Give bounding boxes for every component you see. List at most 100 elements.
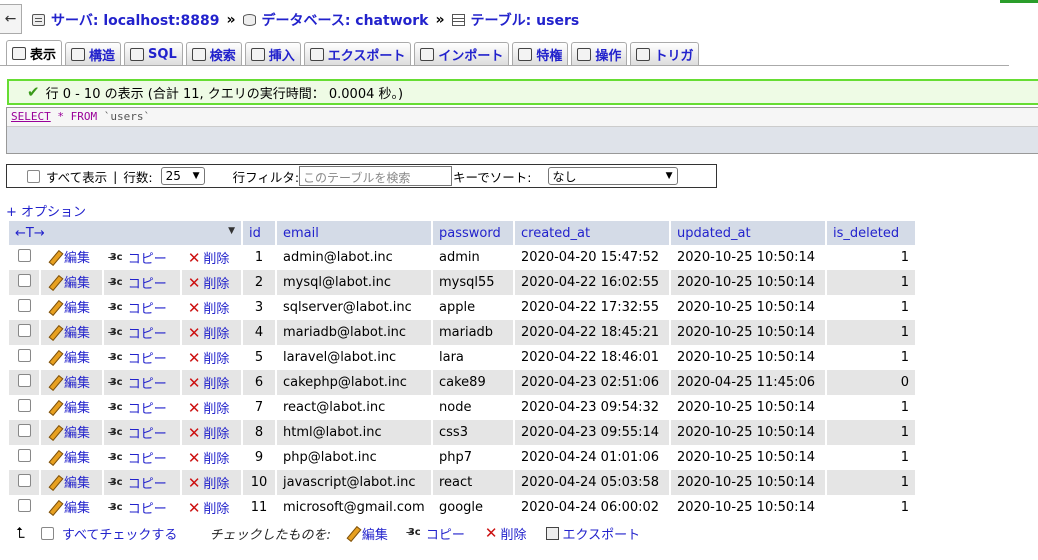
cell-updated-at[interactable]: 2020-10-25 10:50:14 bbox=[671, 470, 825, 495]
row-checkbox[interactable] bbox=[17, 324, 31, 337]
cell-created-at[interactable]: 2020-04-22 18:45:21 bbox=[515, 320, 669, 345]
cell-id[interactable]: 10 bbox=[243, 470, 275, 495]
delete-button[interactable]: ✕ 削除 bbox=[188, 473, 230, 493]
cell-password[interactable]: mysql55 bbox=[433, 270, 513, 295]
delete-button[interactable]: ✕ 削除 bbox=[188, 423, 230, 443]
cell-is-deleted[interactable]: 1 bbox=[827, 395, 915, 420]
cell-is-deleted[interactable]: 1 bbox=[827, 345, 915, 370]
cell-email[interactable]: laravel@labot.inc bbox=[277, 345, 431, 370]
edit-button[interactable]: 編集 bbox=[47, 347, 90, 366]
cell-updated-at[interactable]: 2020-10-25 10:50:14 bbox=[671, 320, 825, 345]
cell-is-deleted[interactable]: 1 bbox=[827, 245, 915, 270]
delete-button[interactable]: ✕ 削除 bbox=[188, 348, 230, 368]
cell-email[interactable]: sqlserver@labot.inc bbox=[277, 295, 431, 320]
row-checkbox[interactable] bbox=[17, 374, 31, 387]
row-checkbox[interactable] bbox=[17, 399, 31, 412]
column-header-is-deleted[interactable]: is_deleted bbox=[827, 221, 915, 245]
edit-button[interactable]: 編集 bbox=[47, 397, 90, 416]
cell-id[interactable]: 7 bbox=[243, 395, 275, 420]
edit-button[interactable]: 編集 bbox=[47, 272, 90, 291]
cell-created-at[interactable]: 2020-04-23 09:54:32 bbox=[515, 395, 669, 420]
tab-insert[interactable]: 挿入 bbox=[244, 42, 301, 65]
row-checkbox[interactable] bbox=[17, 474, 31, 487]
edit-button[interactable]: 編集 bbox=[47, 372, 90, 391]
show-all-checkbox[interactable] bbox=[27, 169, 40, 183]
row-checkbox[interactable] bbox=[17, 499, 31, 512]
check-all-checkbox[interactable] bbox=[40, 526, 54, 540]
cell-email[interactable]: cakephp@labot.inc bbox=[277, 370, 431, 395]
copy-button[interactable]: 3̶c コピー bbox=[110, 273, 167, 293]
cell-id[interactable]: 1 bbox=[243, 245, 275, 270]
cell-is-deleted[interactable]: 0 bbox=[827, 370, 915, 395]
delete-button[interactable]: ✕ 削除 bbox=[188, 273, 230, 293]
cell-updated-at[interactable]: 2020-10-25 10:50:14 bbox=[671, 420, 825, 445]
cell-created-at[interactable]: 2020-04-22 17:32:55 bbox=[515, 295, 669, 320]
copy-button[interactable]: 3̶c コピー bbox=[110, 498, 167, 518]
cell-email[interactable]: microsoft@gmail.com bbox=[277, 495, 431, 520]
breadcrumb-database[interactable]: データベース: chatwork bbox=[262, 10, 429, 30]
cell-created-at[interactable]: 2020-04-22 16:02:55 bbox=[515, 270, 669, 295]
cell-password[interactable]: lara bbox=[433, 345, 513, 370]
copy-button[interactable]: 3̶c コピー bbox=[110, 373, 167, 393]
copy-button[interactable]: 3̶c コピー bbox=[110, 448, 167, 468]
sort-control[interactable]: ←T→ bbox=[15, 226, 45, 241]
sql-keyword[interactable]: SELECT bbox=[11, 110, 51, 123]
tab-operations[interactable]: 操作 bbox=[571, 42, 628, 65]
cell-is-deleted[interactable]: 1 bbox=[827, 470, 915, 495]
chevron-down-icon[interactable]: ▼ bbox=[228, 226, 235, 236]
cell-created-at[interactable]: 2020-04-23 02:51:06 bbox=[515, 370, 669, 395]
cell-password[interactable]: css3 bbox=[433, 420, 513, 445]
sort-control-header[interactable]: ←T→ ▼ bbox=[9, 221, 241, 245]
cell-password[interactable]: node bbox=[433, 395, 513, 420]
edit-button[interactable]: 編集 bbox=[47, 297, 90, 316]
cell-id[interactable]: 4 bbox=[243, 320, 275, 345]
tab-sql[interactable]: SQL bbox=[124, 42, 183, 65]
edit-button[interactable]: 編集 bbox=[47, 322, 90, 341]
row-checkbox[interactable] bbox=[17, 299, 31, 312]
cell-created-at[interactable]: 2020-04-24 01:01:06 bbox=[515, 445, 669, 470]
cell-created-at[interactable]: 2020-04-22 18:46:01 bbox=[515, 345, 669, 370]
cell-created-at[interactable]: 2020-04-24 06:00:02 bbox=[515, 495, 669, 520]
copy-button[interactable]: 3̶c コピー bbox=[110, 473, 167, 493]
cell-id[interactable]: 11 bbox=[243, 495, 275, 520]
column-header-created-at[interactable]: created_at bbox=[515, 221, 669, 245]
copy-button[interactable]: 3̶c コピー bbox=[110, 423, 167, 443]
cell-email[interactable]: mariadb@labot.inc bbox=[277, 320, 431, 345]
options-link[interactable]: + オプション bbox=[6, 201, 86, 220]
cell-password[interactable]: mariadb bbox=[433, 320, 513, 345]
filter-input[interactable]: このテーブルを検索 bbox=[299, 166, 453, 186]
cell-id[interactable]: 6 bbox=[243, 370, 275, 395]
column-header-updated-at[interactable]: updated_at bbox=[671, 221, 825, 245]
tab-browse[interactable]: 表示 bbox=[6, 40, 63, 65]
cell-created-at[interactable]: 2020-04-23 09:55:14 bbox=[515, 420, 669, 445]
delete-button[interactable]: ✕ 削除 bbox=[188, 373, 230, 393]
cell-email[interactable]: php@labot.inc bbox=[277, 445, 431, 470]
cell-updated-at[interactable]: 2020-10-25 10:50:14 bbox=[671, 295, 825, 320]
cell-email[interactable]: javascript@labot.inc bbox=[277, 470, 431, 495]
cell-password[interactable]: react bbox=[433, 470, 513, 495]
cell-updated-at[interactable]: 2020-10-25 10:50:14 bbox=[671, 445, 825, 470]
edit-button[interactable]: 編集 bbox=[47, 447, 90, 466]
column-header-password[interactable]: password bbox=[433, 221, 513, 245]
cell-is-deleted[interactable]: 1 bbox=[827, 320, 915, 345]
edit-button[interactable]: 編集 bbox=[47, 247, 90, 266]
column-header-id[interactable]: id bbox=[243, 221, 275, 245]
cell-is-deleted[interactable]: 1 bbox=[827, 295, 915, 320]
cell-updated-at[interactable]: 2020-10-25 10:50:14 bbox=[671, 345, 825, 370]
tab-privileges[interactable]: 特権 bbox=[512, 42, 569, 65]
row-checkbox[interactable] bbox=[17, 449, 31, 462]
bulk-delete-button[interactable]: ✕ 削除 bbox=[485, 524, 527, 543]
cell-is-deleted[interactable]: 1 bbox=[827, 270, 915, 295]
copy-button[interactable]: 3̶c コピー bbox=[110, 348, 167, 368]
bulk-copy-button[interactable]: 3̶c コピー bbox=[408, 524, 465, 543]
delete-button[interactable]: ✕ 削除 bbox=[188, 323, 230, 343]
cell-id[interactable]: 9 bbox=[243, 445, 275, 470]
delete-button[interactable]: ✕ 削除 bbox=[188, 498, 230, 518]
edit-button[interactable]: 編集 bbox=[47, 422, 90, 441]
tab-structure[interactable]: 構造 bbox=[65, 42, 122, 65]
delete-button[interactable]: ✕ 削除 bbox=[188, 298, 230, 318]
cell-password[interactable]: apple bbox=[433, 295, 513, 320]
cell-updated-at[interactable]: 2020-10-25 10:50:14 bbox=[671, 245, 825, 270]
cell-updated-at[interactable]: 2020-10-25 10:50:14 bbox=[671, 270, 825, 295]
cell-updated-at[interactable]: 2020-04-25 11:45:06 bbox=[671, 370, 825, 395]
